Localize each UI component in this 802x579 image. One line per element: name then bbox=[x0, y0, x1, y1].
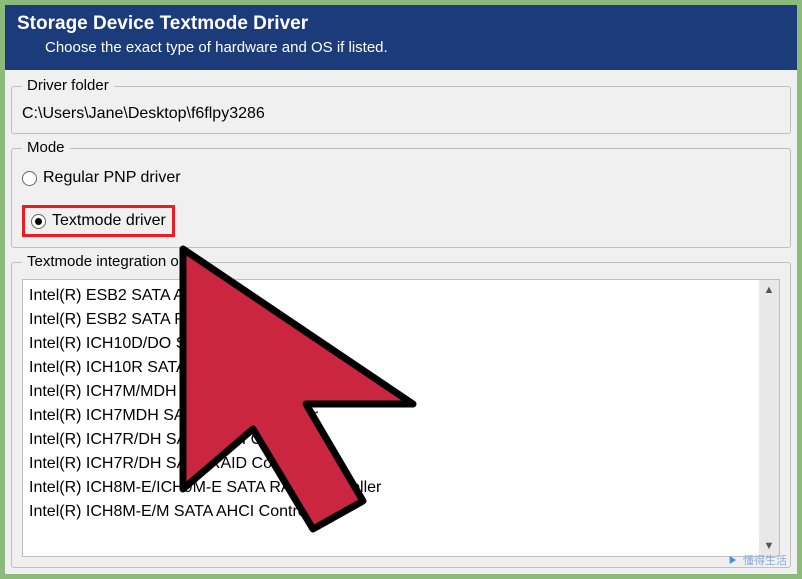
mode-legend: Mode bbox=[22, 139, 70, 156]
list-item[interactable]: Intel(R) ICH7R/DH SATA RAID Controller bbox=[29, 452, 753, 476]
list-item[interactable]: Intel(R) ICH7MDH SATA RAID Controller bbox=[29, 404, 753, 428]
list-item[interactable]: Intel(R) ESB2 SATA RAID Cont bbox=[29, 308, 753, 332]
dialog-window: Storage Device Textmode Driver Choose th… bbox=[5, 5, 797, 574]
integration-legend: Textmode integration opt bbox=[22, 253, 196, 270]
radio-regular-pnp[interactable]: Regular PNP driver bbox=[22, 169, 780, 187]
watermark-text: 懂得生活 bbox=[743, 552, 787, 568]
integration-list: Intel(R) ESB2 SATA AHCI Co Intel(R) ESB2… bbox=[22, 279, 780, 557]
list-item[interactable]: Intel(R) ICH10R SATA AHCI Controller bbox=[29, 356, 753, 380]
driver-folder-legend: Driver folder bbox=[22, 77, 114, 94]
driver-folder-group: Driver folder C:\Users\Jane\Desktop\f6fl… bbox=[11, 86, 791, 134]
list-item[interactable]: Intel(R) ICH7M/MDH SATA AHCI Contro bbox=[29, 380, 753, 404]
scroll-up-icon[interactable]: ▲ bbox=[759, 280, 779, 300]
radio-circle-icon bbox=[31, 214, 46, 229]
list-item[interactable]: Intel(R) ESB2 SATA AHCI Co bbox=[29, 284, 753, 308]
radio-textmode[interactable]: Textmode driver bbox=[31, 212, 166, 230]
radio-circle-icon bbox=[22, 171, 37, 186]
dialog-title: Storage Device Textmode Driver bbox=[17, 13, 785, 35]
list-item[interactable]: Intel(R) ICH8M-E/ICH9M-E SATA RAID Contr… bbox=[29, 476, 753, 500]
scroll-track[interactable] bbox=[759, 300, 779, 536]
list-item[interactable]: Intel(R) ICH7R/DH SATA AHCI Controller bbox=[29, 428, 753, 452]
titlebar: Storage Device Textmode Driver Choose th… bbox=[5, 5, 797, 70]
list-item[interactable]: Intel(R) ICH8M-E/M SATA AHCI Controller bbox=[29, 500, 753, 524]
highlight-box: Textmode driver bbox=[22, 205, 175, 237]
watermark: 懂得生活 bbox=[725, 552, 787, 568]
dialog-subtitle: Choose the exact type of hardware and OS… bbox=[17, 39, 785, 56]
integration-group: Textmode integration opt Intel(R) ESB2 S… bbox=[11, 262, 791, 568]
scrollbar[interactable]: ▲ ▼ bbox=[759, 280, 779, 556]
radio-regular-label: Regular PNP driver bbox=[43, 169, 181, 187]
mode-group: Mode Regular PNP driver Textmode driver bbox=[11, 148, 791, 248]
radio-textmode-label: Textmode driver bbox=[52, 212, 166, 230]
watermark-logo-icon bbox=[725, 553, 739, 567]
list-item[interactable]: Intel(R) ICH10D/DO SATA AHCI C bbox=[29, 332, 753, 356]
integration-list-items[interactable]: Intel(R) ESB2 SATA AHCI Co Intel(R) ESB2… bbox=[23, 280, 759, 556]
driver-folder-path: C:\Users\Jane\Desktop\f6flpy3286 bbox=[22, 105, 780, 123]
dialog-content: Driver folder C:\Users\Jane\Desktop\f6fl… bbox=[5, 70, 797, 574]
